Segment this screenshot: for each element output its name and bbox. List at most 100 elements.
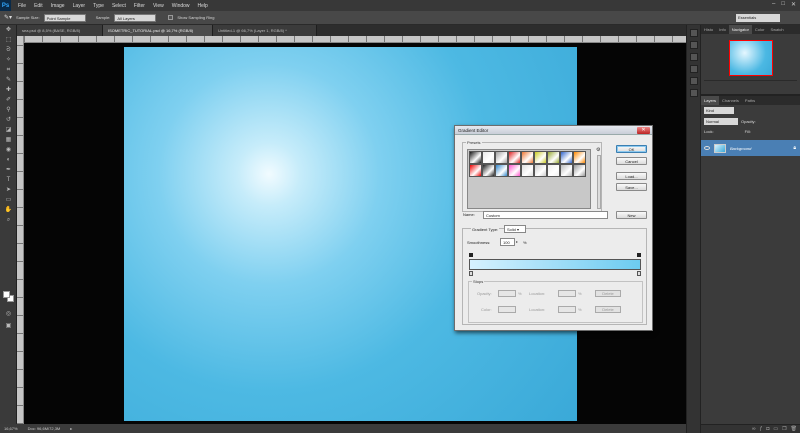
preset-swatch[interactable] <box>521 164 534 177</box>
workspace-select[interactable]: Essentials <box>736 14 780 22</box>
tab-color[interactable]: Color <box>752 25 768 34</box>
visibility-eye-icon[interactable] <box>704 146 710 150</box>
character-panel-icon[interactable] <box>690 77 698 85</box>
menu-filter[interactable]: Filter <box>130 3 149 9</box>
crop-tool-icon[interactable]: ⌗ <box>3 66 14 75</box>
shape-tool-icon[interactable]: ▭ <box>3 196 14 205</box>
opacity-stop-left[interactable] <box>469 253 473 257</box>
preset-swatch[interactable] <box>482 164 495 177</box>
menu-file[interactable]: File <box>14 3 30 9</box>
preset-swatch[interactable] <box>495 151 508 164</box>
preset-swatch[interactable] <box>508 151 521 164</box>
history-brush-icon[interactable]: ↺ <box>3 116 14 125</box>
dodge-tool-icon[interactable]: ◐ <box>3 156 14 165</box>
mask-icon[interactable]: ◘ <box>766 426 769 432</box>
zoom-tool-icon[interactable]: ⌕ <box>3 216 14 225</box>
dialog-title[interactable]: Gradient Editor <box>455 126 652 135</box>
tab-isometric-tutorial[interactable]: ISOMETRIC_TUTORIAL.psd @ 16,7% (RGB/8) <box>103 25 213 36</box>
preset-swatch[interactable] <box>547 164 560 177</box>
delete-color-stop-button[interactable]: Delete <box>595 306 621 313</box>
actions-panel-icon[interactable] <box>690 53 698 61</box>
dialog-close-icon[interactable]: ✕ <box>637 127 650 134</box>
smoothness-input[interactable]: 100 <box>500 238 515 246</box>
link-icon[interactable]: ∞ <box>752 426 756 432</box>
sample-size-select[interactable]: Point Sample <box>43 13 86 22</box>
preset-swatch[interactable] <box>573 164 586 177</box>
menu-image[interactable]: Image <box>47 3 69 9</box>
pen-tool-icon[interactable]: ✒ <box>3 166 14 175</box>
menu-help[interactable]: Help <box>194 3 212 9</box>
cancel-button[interactable]: Cancel <box>616 157 647 165</box>
healing-tool-icon[interactable]: ✚ <box>3 86 14 95</box>
gradient-type-select[interactable]: Solid ▾ <box>504 225 526 233</box>
fx-icon[interactable]: ƒ <box>760 426 763 432</box>
minimize-icon[interactable]: – <box>772 1 775 8</box>
tab-layers[interactable]: Layers <box>701 96 720 105</box>
horizontal-ruler[interactable] <box>24 36 686 43</box>
delete-opacity-stop-button[interactable]: Delete <box>595 290 621 297</box>
new-button[interactable]: New <box>616 211 647 219</box>
show-sampling-ring-checkbox[interactable] <box>168 15 174 20</box>
eraser-tool-icon[interactable]: ◪ <box>3 126 14 135</box>
menu-type[interactable]: Type <box>89 3 108 9</box>
name-input[interactable]: Custom <box>483 211 608 219</box>
preset-swatch[interactable] <box>560 164 573 177</box>
load-button[interactable]: Load... <box>616 172 647 180</box>
stop-opacity-input[interactable] <box>498 290 516 297</box>
tab-untitled[interactable]: Untitled-1 @ 66,7% (Layer 1, RGB/8) * <box>213 25 317 36</box>
stop-location-input[interactable] <box>558 290 576 297</box>
preset-swatch[interactable] <box>482 151 495 164</box>
marquee-tool-icon[interactable]: ⬚ <box>3 36 14 45</box>
maximize-icon[interactable]: □ <box>781 1 785 8</box>
layer-kind-select[interactable]: Kind <box>704 107 734 114</box>
preset-swatch[interactable] <box>469 151 482 164</box>
menu-window[interactable]: Window <box>168 3 194 9</box>
preset-swatch[interactable] <box>469 164 482 177</box>
blur-tool-icon[interactable]: ◉ <box>3 146 14 155</box>
brush-tool-icon[interactable]: ✐ <box>3 96 14 105</box>
menu-view[interactable]: View <box>149 3 168 9</box>
vertical-ruler[interactable] <box>17 36 24 424</box>
menu-layer[interactable]: Layer <box>69 3 90 9</box>
opacity-stop-right[interactable] <box>637 253 641 257</box>
tab-paths[interactable]: Paths <box>742 96 758 105</box>
tab-navigator[interactable]: Navigator <box>728 25 752 34</box>
blend-mode-select[interactable]: Normal <box>704 118 738 125</box>
tab-swatches[interactable]: Swatch <box>767 25 786 34</box>
preset-swatch[interactable] <box>534 151 547 164</box>
menu-edit[interactable]: Edit <box>30 3 47 9</box>
save-button[interactable]: Save... <box>616 183 647 191</box>
brush-panel-icon[interactable] <box>690 65 698 73</box>
history-panel-icon[interactable] <box>690 29 698 37</box>
stop-color-swatch[interactable] <box>498 306 516 313</box>
close-icon[interactable]: ✕ <box>791 1 796 8</box>
tab-channels[interactable]: Channels <box>719 96 742 105</box>
preset-swatch[interactable] <box>560 151 573 164</box>
tab-sea[interactable]: sea.psd @ 8,5% (BASE, RGB/8) <box>17 25 103 36</box>
preset-swatch[interactable] <box>534 164 547 177</box>
zoom-level[interactable]: 16,67% <box>4 426 18 431</box>
quick-mask-icon[interactable]: ◎ <box>3 310 14 319</box>
stamp-tool-icon[interactable]: ⚲ <box>3 106 14 115</box>
new-layer-icon[interactable]: ❐ <box>782 426 786 432</box>
quick-select-tool-icon[interactable]: ✧ <box>3 56 14 65</box>
layer-background[interactable]: Background 🔒︎ <box>701 140 800 156</box>
navigator-thumbnail[interactable] <box>728 40 773 76</box>
type-tool-icon[interactable]: T <box>3 176 14 185</box>
menu-select[interactable]: Select <box>108 3 130 9</box>
folder-icon[interactable]: ▭ <box>773 426 778 432</box>
preset-swatch[interactable] <box>521 151 534 164</box>
properties-panel-icon[interactable] <box>690 41 698 49</box>
lasso-tool-icon[interactable]: ᘐ <box>3 46 14 55</box>
hand-tool-icon[interactable]: ✋ <box>3 206 14 215</box>
tab-histogram[interactable]: Histo <box>701 25 716 34</box>
foreground-color-swatch[interactable] <box>3 291 10 298</box>
tab-info[interactable]: Info <box>716 25 729 34</box>
preset-swatch[interactable] <box>573 151 586 164</box>
preset-swatch[interactable] <box>495 164 508 177</box>
smoothness-dropdown-icon[interactable]: ▸ <box>516 239 518 244</box>
gradient-tool-icon[interactable]: ▦ <box>3 136 14 145</box>
gear-icon[interactable]: ⚙ <box>596 147 600 153</box>
path-select-icon[interactable]: ➤ <box>3 186 14 195</box>
ok-button[interactable]: OK <box>616 145 647 153</box>
